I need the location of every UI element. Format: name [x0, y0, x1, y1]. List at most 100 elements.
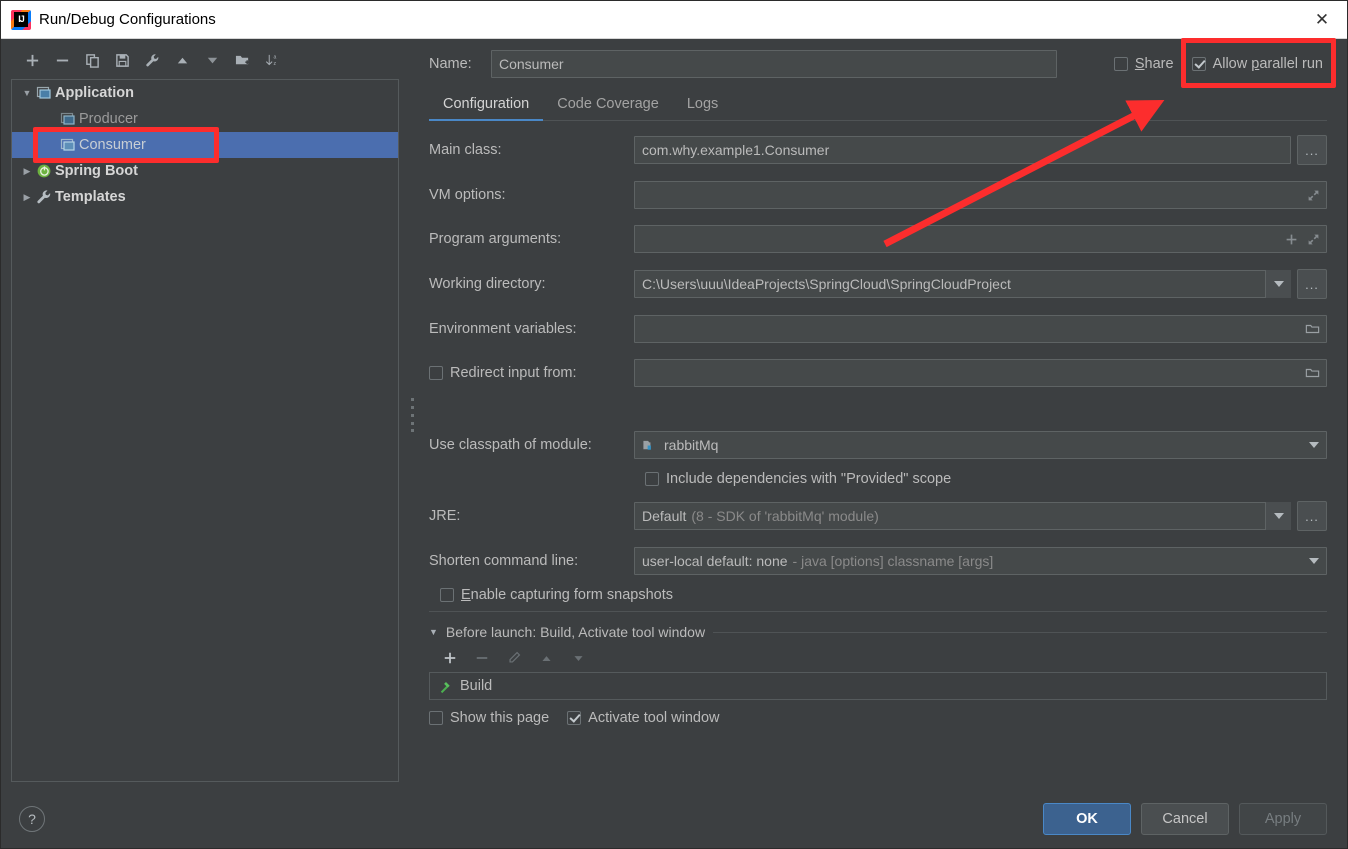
- enable-snapshots-checkbox[interactable]: Enable capturing form snapshots: [440, 587, 1327, 603]
- shorten-command-line-detail: - java [options] classname [args]: [792, 553, 994, 569]
- chevron-down-icon[interactable]: ▼: [18, 88, 36, 98]
- tree-item-producer[interactable]: Producer: [12, 106, 398, 132]
- editor-tabs: Configuration Code Coverage Logs: [429, 85, 1327, 121]
- expand-icon[interactable]: [1307, 189, 1320, 202]
- before-launch-header[interactable]: ▼ Before launch: Build, Activate tool wi…: [429, 624, 1327, 640]
- enable-snapshots-checkbox-box[interactable]: [440, 588, 454, 602]
- tree-toolbar: az: [11, 45, 399, 75]
- cancel-button[interactable]: Cancel: [1141, 803, 1229, 835]
- main-class-browse-button[interactable]: ...: [1297, 135, 1327, 165]
- redirect-input-checkbox[interactable]: Redirect input from:: [429, 365, 634, 381]
- include-provided-label: Include dependencies with "Provided" sco…: [666, 471, 952, 487]
- redirect-input-text: Redirect input from:: [450, 365, 577, 381]
- show-this-page-checkbox-box[interactable]: [429, 711, 443, 725]
- arrow-up-icon[interactable]: [169, 48, 195, 72]
- chevron-down-icon: [1309, 442, 1319, 448]
- pencil-icon: [501, 646, 527, 670]
- jre-label: JRE:: [429, 508, 461, 524]
- tree-item-consumer[interactable]: Consumer: [12, 132, 398, 158]
- shorten-command-line-dropdown-button[interactable]: [1303, 547, 1325, 575]
- program-arguments-label: Program arguments:: [429, 231, 562, 247]
- activate-tool-window-checkbox[interactable]: Activate tool window: [567, 710, 720, 726]
- vm-options-label: VM options:: [429, 187, 506, 203]
- chevron-right-icon[interactable]: ▶: [18, 166, 36, 177]
- svg-text:a: a: [273, 54, 276, 60]
- configuration-editor-panel: Name: Consumer Share Allow parallel run …: [417, 39, 1347, 790]
- classpath-module-value: rabbitMq: [664, 437, 719, 453]
- vm-options-input[interactable]: [634, 181, 1327, 209]
- allow-parallel-run-checkbox[interactable]: Allow parallel run: [1191, 56, 1323, 72]
- add-task-button[interactable]: [437, 646, 463, 670]
- folder-icon[interactable]: [1305, 322, 1320, 336]
- run-debug-configurations-dialog: Run/Debug Configurations ✕: [0, 0, 1348, 849]
- apply-button: Apply: [1239, 803, 1327, 835]
- chevron-right-icon[interactable]: ▶: [18, 192, 36, 203]
- save-icon[interactable]: [109, 48, 135, 72]
- arrow-down-icon[interactable]: [199, 48, 225, 72]
- redirect-input-field[interactable]: [634, 359, 1327, 387]
- environment-variables-input[interactable]: [634, 315, 1327, 343]
- before-launch-task-row[interactable]: Build: [429, 672, 1327, 700]
- classpath-module-combo[interactable]: rabbitMq: [634, 431, 1327, 459]
- working-directory-dropdown-button[interactable]: [1265, 270, 1291, 298]
- include-provided-checkbox[interactable]: Include dependencies with "Provided" sco…: [645, 471, 1327, 487]
- working-directory-label: Working directory:: [429, 276, 546, 292]
- plus-icon[interactable]: [1285, 233, 1298, 246]
- tree-item-spring-boot[interactable]: ▶ Spring Boot: [12, 158, 398, 184]
- close-icon[interactable]: ✕: [1299, 2, 1345, 38]
- svg-text:z: z: [273, 61, 276, 67]
- allow-parallel-run-checkbox-box[interactable]: [1191, 57, 1206, 71]
- expand-icon[interactable]: [1307, 233, 1320, 246]
- shorten-command-line-value: user-local default: none: [642, 553, 788, 569]
- jre-dropdown-button[interactable]: [1265, 502, 1291, 530]
- chevron-down-icon: [1273, 513, 1284, 519]
- remove-configuration-button[interactable]: [49, 48, 75, 72]
- tree-item-application[interactable]: ▼ Application: [12, 80, 398, 106]
- activate-tool-window-label: Activate tool window: [588, 710, 720, 726]
- shorten-command-line-combo[interactable]: user-local default: none - java [options…: [634, 547, 1327, 575]
- name-label: Name:: [429, 56, 472, 72]
- jre-browse-button[interactable]: ...: [1297, 501, 1327, 531]
- dialog-body: az ▼ Application Producer Consumer ▶ Spr…: [1, 39, 1347, 790]
- tab-code-coverage[interactable]: Code Coverage: [543, 96, 673, 120]
- configurations-tree[interactable]: ▼ Application Producer Consumer ▶ Spring…: [11, 79, 399, 782]
- redirect-input-label: Redirect input from:: [429, 365, 634, 381]
- show-this-page-checkbox[interactable]: Show this page: [429, 710, 549, 726]
- share-checkbox-box[interactable]: [1113, 57, 1128, 71]
- chevron-down-icon: [1309, 558, 1319, 564]
- share-checkbox[interactable]: Share: [1113, 56, 1174, 72]
- environment-variables-row: Environment variables:: [429, 315, 1327, 343]
- chevron-down-icon[interactable]: ▼: [429, 627, 438, 637]
- jre-value: Default: [642, 508, 687, 524]
- program-arguments-row: Program arguments:: [429, 225, 1327, 253]
- wrench-icon[interactable]: [139, 48, 165, 72]
- tree-item-templates[interactable]: ▶ Templates: [12, 184, 398, 210]
- tab-logs[interactable]: Logs: [673, 96, 732, 120]
- redirect-input-checkbox-box[interactable]: [429, 366, 443, 380]
- activate-tool-window-checkbox-box[interactable]: [567, 711, 582, 725]
- working-directory-browse-button[interactable]: ...: [1297, 269, 1327, 299]
- working-directory-input[interactable]: C:\Users\uuu\IdeaProjects\SpringCloud\Sp…: [634, 270, 1291, 298]
- panel-splitter[interactable]: [407, 39, 417, 790]
- copy-icon[interactable]: [79, 48, 105, 72]
- folder-add-icon[interactable]: [229, 48, 255, 72]
- add-configuration-button[interactable]: [19, 48, 45, 72]
- dialog-title-bar: Run/Debug Configurations ✕: [1, 1, 1347, 39]
- tab-configuration[interactable]: Configuration: [429, 96, 544, 121]
- classpath-module-dropdown-button[interactable]: [1303, 431, 1325, 459]
- ok-button[interactable]: OK: [1043, 803, 1131, 835]
- include-provided-row: Include dependencies with "Provided" sco…: [634, 471, 1327, 487]
- folder-icon[interactable]: [1305, 366, 1320, 380]
- jre-combo[interactable]: Default (8 - SDK of 'rabbitMq' module): [634, 502, 1291, 530]
- program-arguments-input[interactable]: [634, 225, 1327, 253]
- dialog-title: Run/Debug Configurations: [39, 11, 216, 28]
- sort-az-icon[interactable]: az: [259, 48, 285, 72]
- help-button[interactable]: ?: [19, 806, 45, 832]
- main-class-input[interactable]: com.why.example1.Consumer: [634, 136, 1291, 164]
- configurations-panel: az ▼ Application Producer Consumer ▶ Spr…: [1, 39, 407, 790]
- tree-item-label: Producer: [79, 111, 138, 127]
- include-provided-checkbox-box[interactable]: [645, 472, 659, 486]
- before-launch-title: Before launch: Build, Activate tool wind…: [445, 624, 706, 640]
- intellij-idea-icon: [11, 9, 31, 30]
- name-input[interactable]: Consumer: [491, 50, 1057, 78]
